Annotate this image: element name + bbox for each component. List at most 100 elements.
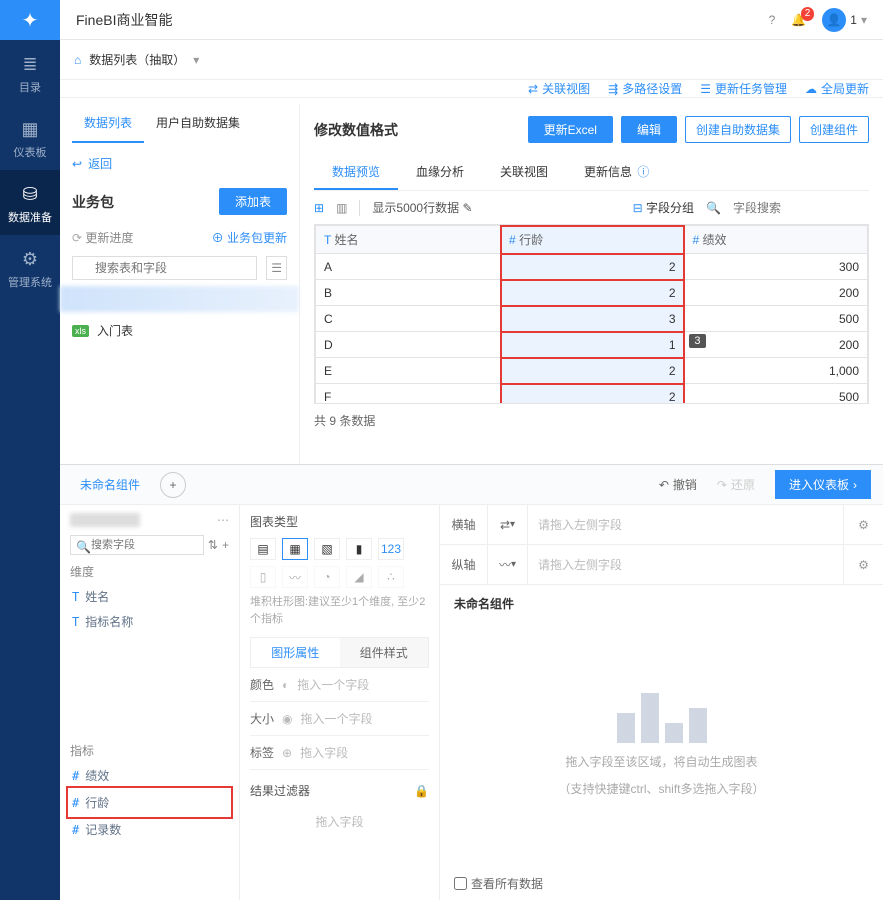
nav-dashboard[interactable]: ▦仪表板 (0, 105, 60, 170)
chart-placeholder-icon (617, 693, 707, 743)
filter-drop-zone[interactable]: 拖入字段 (250, 799, 429, 844)
vertical-nav: ✦ ≣目录 ▦仪表板 ⛁数据准备 ⚙管理系统 (0, 0, 60, 900)
field-metric-name[interactable]: T指标名称 (70, 609, 229, 634)
chart-cross[interactable]: ▧ (314, 538, 340, 560)
prop-size[interactable]: 大小◉拖入一个字段 (250, 702, 429, 736)
add-table-button[interactable]: 添加表 (219, 188, 287, 215)
component-tab[interactable]: 未命名组件 (72, 470, 148, 499)
table-row[interactable]: E21,000 (316, 358, 868, 384)
col-name[interactable]: T 姓名 (316, 226, 501, 254)
path-icon: ⇶ (608, 82, 618, 96)
canvas-drop-zone[interactable]: 拖入字段至该区域，将自动生成图表 （支持快捷键ctrl、shift多选拖入字段） (440, 622, 883, 867)
back-button[interactable]: ↩返回 (72, 145, 287, 182)
tab-lineage[interactable]: 血缘分析 (398, 155, 482, 190)
field-rank[interactable]: #行龄 (70, 790, 229, 815)
redo-button[interactable]: ↷还原 (717, 476, 755, 493)
create-self-dataset-button[interactable]: 创建自助数据集 (685, 116, 791, 143)
logo[interactable]: ✦ (0, 0, 60, 40)
chart-line[interactable]: 〰 (282, 566, 308, 588)
link-multipath[interactable]: ⇶多路径设置 (608, 80, 682, 97)
h-axis-config-icon[interactable]: ⇄▾ (488, 505, 528, 544)
create-component-button[interactable]: 创建组件 (799, 116, 869, 143)
v-axis-settings-icon[interactable]: ⚙ (843, 545, 883, 584)
more-icon[interactable]: ⋯ (217, 513, 229, 527)
link-relation-view[interactable]: ⇄关联视图 (528, 80, 590, 97)
undo-button[interactable]: ↶撤销 (659, 476, 697, 493)
nav-system[interactable]: ⚙管理系统 (0, 235, 60, 300)
nav-data-prep[interactable]: ⛁数据准备 (0, 170, 60, 235)
column-icon[interactable]: ▥ (336, 201, 347, 215)
v-axis-drop[interactable]: 请拖入左侧字段 (528, 556, 843, 573)
chart-bar[interactable]: ▯ (250, 566, 276, 588)
search-icon-3: 🔍 (76, 540, 91, 554)
tab-graphic-prop[interactable]: 图形属性 (251, 638, 340, 667)
tab-preview[interactable]: 数据预览 (314, 155, 398, 190)
user-menu[interactable]: 👤1▾ (822, 8, 867, 32)
chart-pie[interactable]: ◔ (314, 566, 340, 588)
field-count[interactable]: #记录数 (70, 817, 229, 842)
redo-icon: ↷ (717, 478, 727, 492)
tab-data-list[interactable]: 数据列表 (72, 104, 144, 143)
field-name[interactable]: T姓名 (70, 584, 229, 609)
h-axis-label: 横轴 (440, 505, 488, 544)
table-row[interactable]: F2500 (316, 384, 868, 405)
field-search-input[interactable] (733, 201, 869, 215)
tab-update-info[interactable]: 更新信息 ⓘ (566, 155, 667, 190)
help-icon[interactable]: ? (769, 13, 776, 27)
notification-icon[interactable]: 🔔2 (791, 13, 806, 27)
edit-icon: ✎ (462, 201, 472, 215)
field-group[interactable]: ⊟ 字段分组 (633, 199, 694, 216)
rows-label[interactable]: 显示5000行数据 ✎ (372, 199, 472, 216)
chart-kpi[interactable]: 123 (378, 538, 404, 560)
v-axis-config-icon[interactable]: 〰▾ (488, 545, 528, 584)
prop-label[interactable]: 标签⊕拖入字段 (250, 736, 429, 770)
chevron-down-icon[interactable]: ▾ (193, 53, 199, 67)
fields-panel: ⋯ 🔍 ⇅ + 维度 T姓名 T指标名称 指标 #绩效 (60, 505, 240, 900)
field-perf[interactable]: #绩效 (70, 763, 229, 788)
component-name[interactable]: 未命名组件 (440, 585, 883, 622)
plus-icon[interactable]: + (222, 538, 229, 552)
refresh-progress[interactable]: ⟳ 更新进度 (72, 229, 133, 246)
update-excel-button[interactable]: 更新Excel (528, 116, 613, 143)
home-icon[interactable]: ⌂ (74, 53, 81, 67)
header: FineBI商业智能 ? 🔔2 👤1▾ (60, 0, 883, 40)
enter-dashboard-button[interactable]: 进入仪表板› (775, 470, 871, 499)
data-preview-panel: 修改数值格式 更新Excel 编辑 创建自助数据集 创建组件 数据预览 血缘分析… (300, 104, 883, 464)
chart-table[interactable]: ▦ (282, 538, 308, 560)
table-footer: 共 9 条数据 (314, 404, 869, 429)
h-axis-settings-icon[interactable]: ⚙ (843, 505, 883, 544)
chart-scatter[interactable]: ∴ (378, 566, 404, 588)
filter-icon[interactable]: ☰ (266, 256, 287, 280)
h-axis-drop[interactable]: 请拖入左侧字段 (528, 516, 843, 533)
nav-catalog[interactable]: ≣目录 (0, 40, 60, 105)
chart-stack[interactable]: ▮ (346, 538, 372, 560)
table-item[interactable]: xls 入门表 (72, 312, 287, 349)
table-row[interactable]: D13200 (316, 332, 868, 358)
package-update[interactable]: ⊕ 业务包更新 (212, 229, 287, 246)
link-task-mgmt[interactable]: ☰更新任务管理 (700, 80, 787, 97)
table-row[interactable]: B2200 (316, 280, 868, 306)
add-component-button[interactable]: + (160, 472, 186, 498)
chart-area[interactable]: ◢ (346, 566, 372, 588)
grid-icon[interactable]: ⊞ (314, 201, 324, 215)
sort-icon[interactable]: ⇅ (208, 538, 218, 552)
edit-button[interactable]: 编辑 (621, 116, 677, 143)
view-all-checkbox[interactable] (454, 877, 467, 890)
chart-auto[interactable]: ▤ (250, 538, 276, 560)
data-table: T 姓名 # 行龄 # 绩效 A2300B2200C3500D13200E21,… (315, 225, 868, 404)
breadcrumb[interactable]: 数据列表（抽取） (89, 51, 185, 68)
canvas-panel: 横轴 ⇄▾ 请拖入左侧字段 ⚙ 纵轴 〰▾ 请拖入左侧字段 ⚙ 未命名组件 (440, 505, 883, 900)
lock-icon[interactable]: 🔒 (414, 784, 429, 798)
search-input[interactable] (72, 256, 257, 280)
blurred-row (60, 286, 299, 312)
link-global-update[interactable]: ☁全局更新 (805, 80, 869, 97)
col-rank[interactable]: # 行龄 (501, 226, 684, 254)
table-row[interactable]: C3500 (316, 306, 868, 332)
prop-color[interactable]: 颜色◐拖入一个字段 (250, 668, 429, 702)
col-perf[interactable]: # 绩效 (684, 226, 867, 254)
tab-relation[interactable]: 关联视图 (482, 155, 566, 190)
app-title: FineBI商业智能 (76, 10, 172, 30)
table-row[interactable]: A2300 (316, 254, 868, 280)
tab-component-style[interactable]: 组件样式 (340, 638, 429, 667)
tab-self-dataset[interactable]: 用户自助数据集 (144, 104, 252, 143)
